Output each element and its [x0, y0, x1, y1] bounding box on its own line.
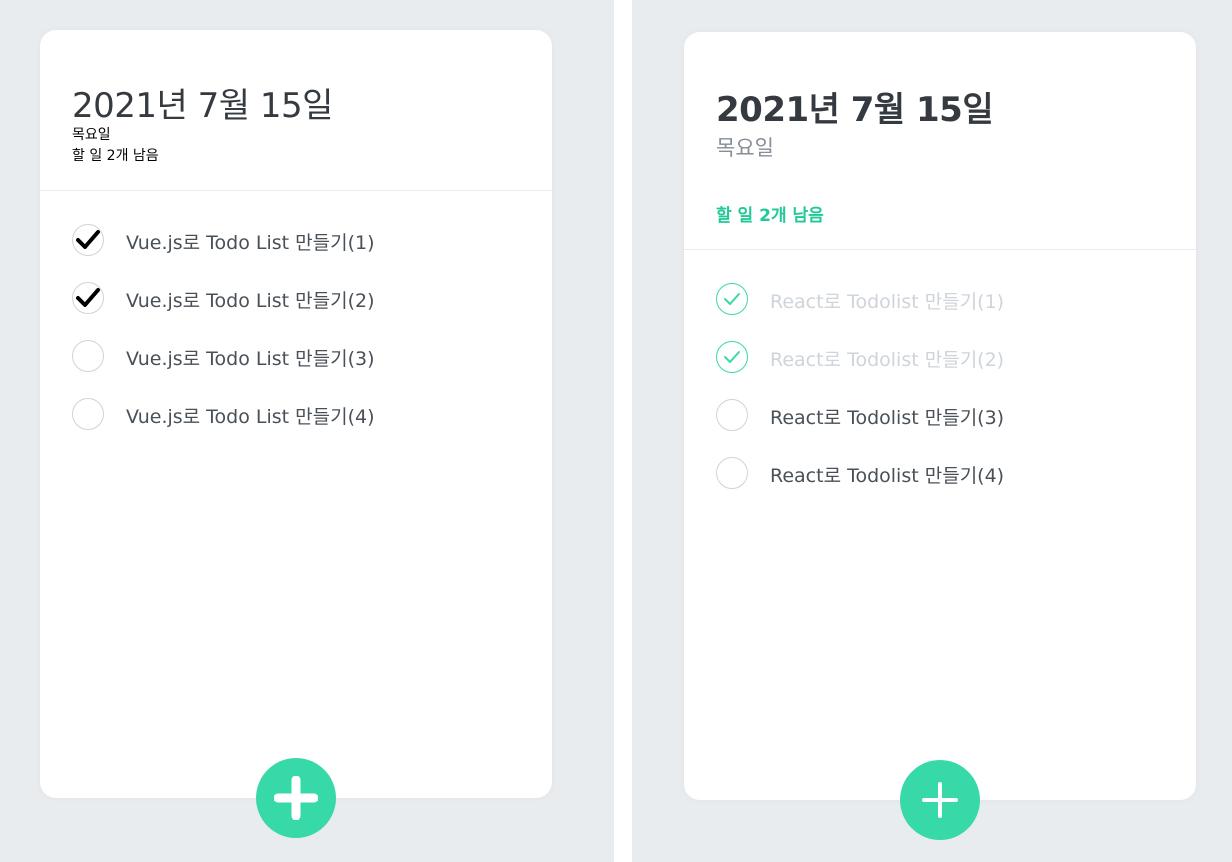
- todo-checkbox[interactable]: [72, 282, 104, 314]
- tasks-remaining: 할 일 2개 남음: [716, 206, 824, 226]
- todo-item: Vue.js로 Todo List 만들기(4): [40, 384, 552, 442]
- add-todo-button[interactable]: [900, 760, 980, 840]
- todo-text[interactable]: React로 Todolist 만들기(4): [770, 461, 1004, 488]
- todo-checkbox[interactable]: [716, 457, 748, 489]
- tasks-remaining: 할 일 2개 남음: [72, 148, 159, 164]
- todo-item: Vue.js로 Todo List 만들기(3): [40, 326, 552, 384]
- check-icon: [76, 288, 100, 307]
- todo-card: 2021년 7월 15일 목요일 할 일 2개 남음 React로 Todoli…: [684, 32, 1196, 840]
- todo-checkbox[interactable]: [716, 283, 748, 315]
- todo-checkbox[interactable]: [716, 399, 748, 431]
- todo-text[interactable]: Vue.js로 Todo List 만들기(1): [126, 228, 375, 255]
- day-of-week: 목요일: [72, 127, 111, 143]
- plus-icon: [922, 782, 958, 818]
- day-of-week: 목요일: [716, 136, 774, 160]
- todo-text[interactable]: Vue.js로 Todo List 만들기(3): [126, 344, 375, 371]
- todo-checkbox[interactable]: [72, 224, 104, 256]
- react-todo-panel: 2021년 7월 15일 목요일 할 일 2개 남음 React로 Todoli…: [632, 0, 1232, 862]
- date-title: 2021년 7월 15일: [72, 86, 333, 126]
- check-icon: [76, 230, 100, 249]
- check-icon: [724, 293, 740, 305]
- date-title: 2021년 7월 15일: [716, 90, 994, 130]
- todo-item: Vue.js로 Todo List 만들기(2): [40, 268, 552, 326]
- todo-item: React로 Todolist 만들기(2): [684, 327, 1196, 385]
- todo-list: React로 Todolist 만들기(1) React로 Todolist 만…: [684, 269, 1196, 501]
- plus-icon: [274, 776, 318, 820]
- todo-checkbox[interactable]: [72, 340, 104, 372]
- todo-checkbox[interactable]: [72, 398, 104, 430]
- todo-item: React로 Todolist 만들기(3): [684, 385, 1196, 443]
- todo-checkbox[interactable]: [716, 341, 748, 373]
- todo-text[interactable]: React로 Todolist 만들기(2): [770, 345, 1004, 372]
- check-icon: [724, 351, 740, 363]
- todo-item: React로 Todolist 만들기(1): [684, 269, 1196, 327]
- todo-text[interactable]: Vue.js로 Todo List 만들기(4): [126, 402, 375, 429]
- todo-item: React로 Todolist 만들기(4): [684, 443, 1196, 501]
- todo-header: 2021년 7월 15일 목요일 할 일 2개 남음: [684, 32, 1196, 250]
- todo-header: 2021년 7월 15일 목요일 할 일 2개 남음: [40, 30, 552, 191]
- vue-todo-panel: 2021년 7월 15일 목요일 할 일 2개 남음 Vue.js로 Todo …: [0, 0, 614, 862]
- todo-item: Vue.js로 Todo List 만들기(1): [40, 210, 552, 268]
- todo-text[interactable]: Vue.js로 Todo List 만들기(2): [126, 286, 375, 313]
- add-todo-button[interactable]: [256, 758, 336, 838]
- todo-card: 2021년 7월 15일 목요일 할 일 2개 남음 Vue.js로 Todo …: [40, 30, 552, 838]
- todo-text[interactable]: React로 Todolist 만들기(1): [770, 287, 1004, 314]
- todo-text[interactable]: React로 Todolist 만들기(3): [770, 403, 1004, 430]
- todo-list: Vue.js로 Todo List 만들기(1) Vue.js로 Todo Li…: [40, 210, 552, 442]
